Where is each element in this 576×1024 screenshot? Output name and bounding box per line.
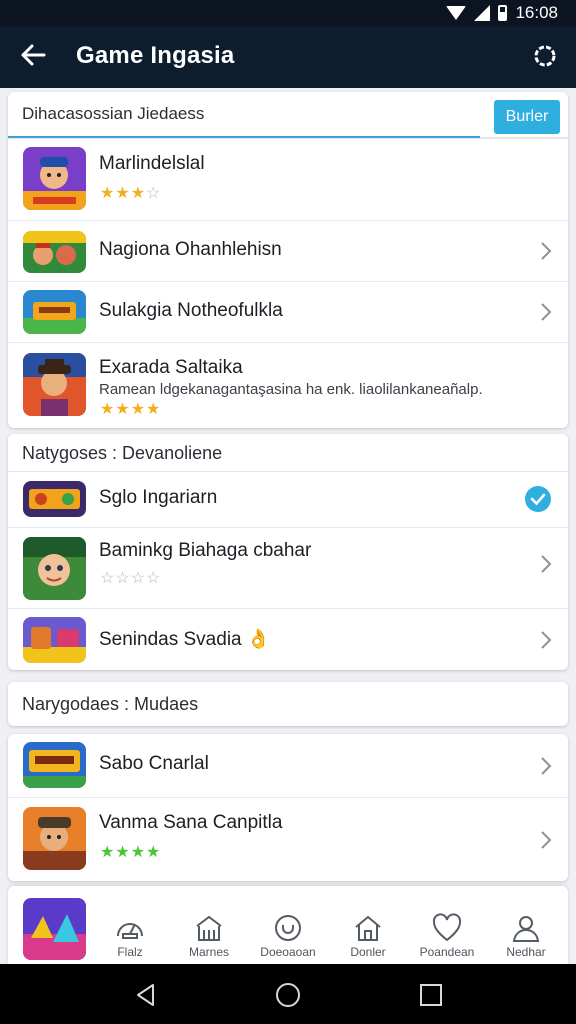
- app-bar: Game Ingasia: [0, 26, 576, 88]
- nav-item[interactable]: Poandean: [411, 912, 483, 962]
- nav-label: Marnes: [188, 945, 229, 959]
- nav-item[interactable]: Donler: [332, 912, 404, 962]
- nav-label: Poandean: [419, 945, 475, 959]
- game-title: Nagiona Ohanhlehisn: [99, 239, 282, 260]
- nav-label: Donler: [350, 945, 386, 959]
- game-thumbnail: [23, 537, 86, 600]
- search-input[interactable]: [8, 92, 480, 138]
- nav-item[interactable]: Marnes: [173, 912, 245, 962]
- speedometer-icon: [117, 923, 143, 939]
- chevron-right-icon: [541, 555, 552, 573]
- person-icon: [512, 916, 540, 942]
- star-rating: ★★★★: [100, 401, 162, 418]
- game-title-text: Senindas Svadia: [99, 629, 242, 650]
- game-thumbnail: [23, 742, 86, 788]
- game-title: Sulakgia Notheofulkla: [99, 300, 283, 321]
- section-title: Narygodaes : Mudaes: [22, 694, 199, 714]
- checkmark-circle-icon[interactable]: [524, 485, 552, 513]
- nav-item[interactable]: Nedhar: [490, 912, 562, 962]
- star-rating: ★★★★: [100, 844, 162, 861]
- battery-icon: [498, 5, 508, 21]
- status-time: 16:08: [515, 3, 558, 22]
- signal-icon: [474, 5, 491, 21]
- chevron-right-icon: [541, 831, 552, 849]
- game-title: Baminkg Biahaga cbahar: [99, 540, 312, 561]
- status-icons: 16:08: [446, 3, 558, 23]
- recents-square-icon[interactable]: [418, 982, 444, 1008]
- settings-gear-icon[interactable]: [530, 41, 560, 71]
- game-thumbnail: [23, 807, 86, 870]
- page-title: Game Ingasia: [76, 42, 235, 69]
- nav-label: Flalz: [117, 945, 143, 959]
- game-title: Vanma Sana Canpitla: [99, 812, 283, 833]
- section-header: Narygodaes : Mudaes: [8, 682, 568, 726]
- ok-hand-icon: 👌: [246, 629, 271, 650]
- game-row[interactable]: Senindas Svadia 👌: [8, 608, 568, 670]
- game-title: Senindas Svadia 👌: [99, 627, 271, 651]
- chevron-right-icon: [541, 242, 552, 260]
- game-thumbnail: [23, 290, 86, 334]
- nav-label: Nedhar: [506, 945, 546, 959]
- game-description: Ramean ldgekanagantaşasina ha enk. liaol…: [99, 381, 483, 398]
- heart-icon: [432, 913, 462, 942]
- building-icon: [196, 915, 222, 941]
- game-thumbnail: [23, 353, 86, 416]
- back-arrow-icon[interactable]: [18, 40, 48, 70]
- clock-icon: [275, 915, 301, 941]
- section-header-card: Narygodaes : Mudaes: [8, 682, 568, 726]
- star-rating: ☆☆☆☆: [100, 570, 162, 587]
- game-thumbnail: [23, 147, 86, 210]
- home-circle-icon[interactable]: [275, 982, 301, 1008]
- search-row: Burler: [8, 92, 568, 138]
- game-row[interactable]: Sulakgia Notheofulkla: [8, 281, 568, 342]
- chevron-right-icon: [541, 631, 552, 649]
- game-thumbnail: [23, 617, 86, 663]
- section-card: Natygoses : Devanoliene Sglo Ingariarn B…: [8, 434, 568, 670]
- game-row[interactable]: Nagiona Ohanhlehisn: [8, 220, 568, 281]
- wifi-icon: [446, 6, 467, 20]
- star-rating: ★★★☆: [100, 185, 162, 202]
- game-title: Marlindelslal: [99, 153, 205, 174]
- back-triangle-icon[interactable]: [133, 982, 159, 1008]
- game-title: Sabo Cnarlal: [99, 753, 209, 774]
- game-row[interactable]: Vanma Sana Canpitla ★★★★: [8, 797, 568, 881]
- game-row[interactable]: Exarada Saltaika Ramean ldgekanagantaşas…: [8, 342, 568, 428]
- games-card: Burler Marlindelslal ★★★☆ Nagiona Ohanhl…: [8, 92, 568, 428]
- game-row[interactable]: Sabo Cnarlal: [8, 734, 568, 797]
- nav-item[interactable]: Doeoaoan: [252, 912, 324, 962]
- game-row[interactable]: Baminkg Biahaga cbahar ☆☆☆☆: [8, 527, 568, 608]
- game-thumbnail: [23, 231, 86, 273]
- game-thumbnail: [23, 481, 86, 517]
- section-header: Natygoses : Devanoliene: [8, 434, 568, 472]
- system-nav-bar: [0, 964, 576, 1024]
- game-title: Exarada Saltaika: [99, 357, 243, 378]
- nav-item[interactable]: Flalz: [94, 912, 166, 962]
- game-thumbnail[interactable]: [23, 898, 86, 960]
- chevron-right-icon: [541, 757, 552, 775]
- game-row[interactable]: Sglo Ingariarn: [8, 472, 568, 527]
- section-card: Sabo Cnarlal Vanma Sana Canpitla ★★★★: [8, 734, 568, 881]
- status-bar: 16:08: [0, 0, 576, 26]
- chevron-right-icon: [541, 303, 552, 321]
- search-button[interactable]: Burler: [494, 100, 560, 134]
- nav-label: Doeoaoan: [260, 945, 316, 959]
- home-icon: [355, 915, 381, 941]
- game-row[interactable]: Marlindelslal ★★★☆: [8, 138, 568, 220]
- section-title: Natygoses : Devanoliene: [22, 443, 223, 463]
- bottom-nav: Flalz Marnes Doeoaoan Donler Poandean Ne…: [8, 886, 568, 964]
- game-title: Sglo Ingariarn: [99, 487, 218, 508]
